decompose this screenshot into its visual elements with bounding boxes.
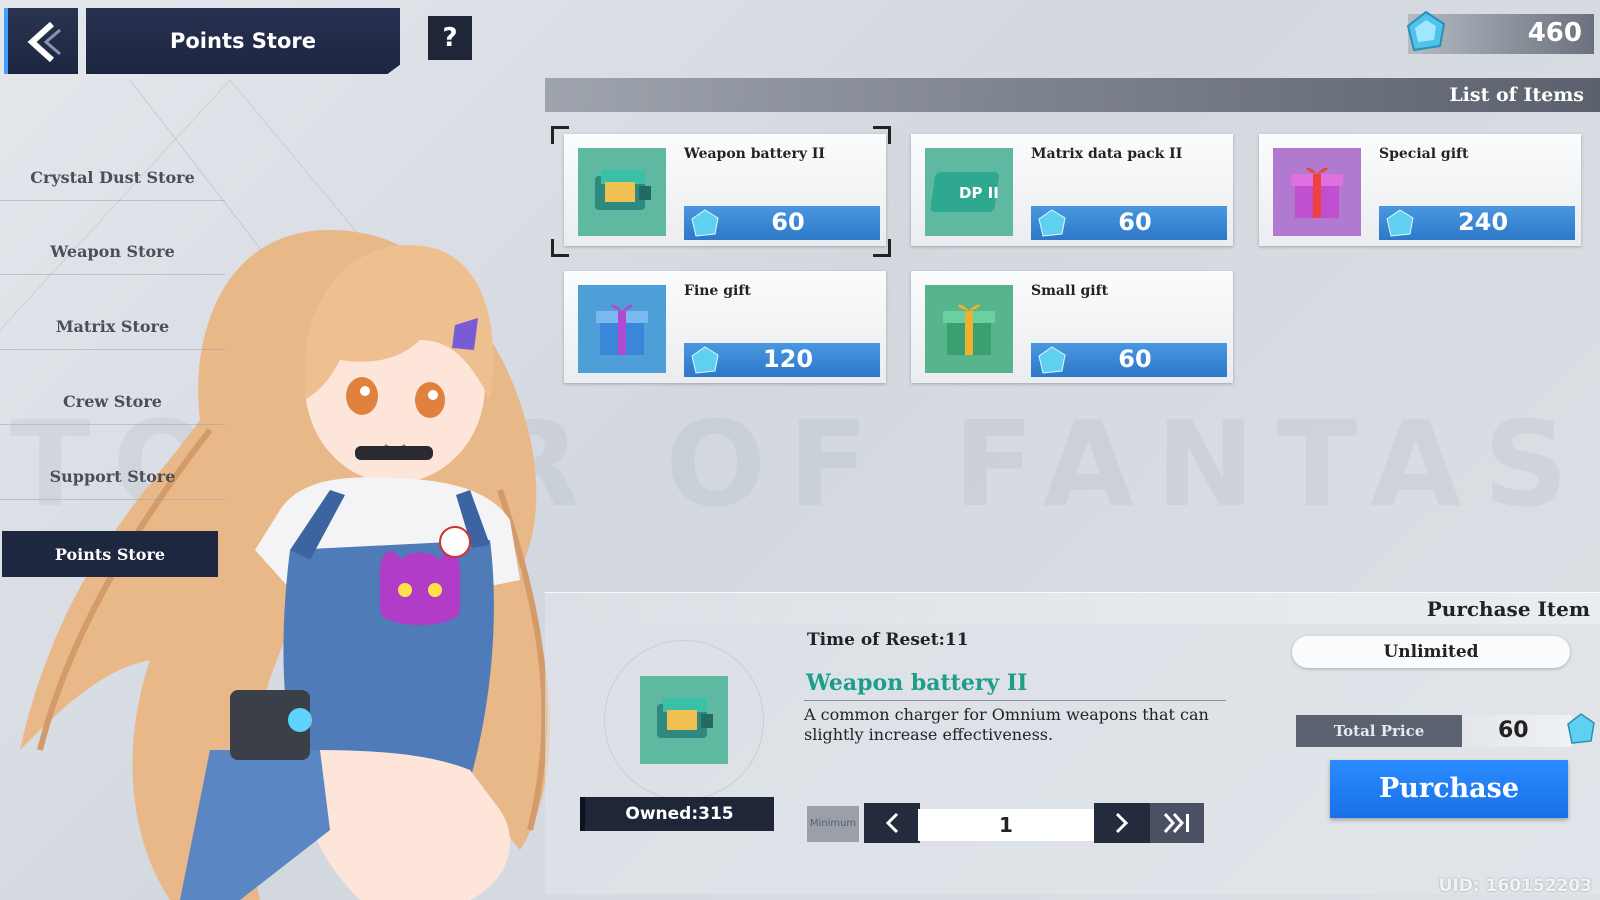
purchase-limit: Unlimited	[1292, 636, 1570, 668]
crystal-currency-icon	[1406, 10, 1446, 52]
quantity-increase-button[interactable]	[1094, 803, 1150, 843]
sidebar-item-points-store[interactable]: Points Store	[2, 531, 218, 577]
back-button[interactable]	[4, 8, 78, 74]
user-id: UID: 160152203	[1438, 876, 1592, 896]
purchase-item-header: Purchase Item	[545, 592, 1600, 624]
list-of-items-header: List of Items	[545, 78, 1600, 112]
fine-gift-icon	[578, 285, 666, 373]
item-price-bar: 120	[684, 343, 880, 377]
item-price: 120	[762, 345, 814, 373]
chevron-left-icon	[885, 812, 899, 834]
help-button[interactable]: ?	[428, 16, 472, 60]
item-name: Small gift	[1031, 283, 1109, 299]
quantity-decrease-button[interactable]	[864, 803, 920, 843]
item-price: 240	[1457, 208, 1509, 236]
selected-item-title: Weapon battery II	[806, 670, 1028, 696]
crystal-price-icon	[1567, 713, 1595, 744]
item-name: Special gift	[1379, 146, 1469, 162]
item-price-bar: 240	[1379, 206, 1575, 240]
quantity-maximum-button[interactable]	[1150, 803, 1204, 843]
small-gift-icon	[925, 285, 1013, 373]
sidebar-item-support-store[interactable]: Support Store	[0, 454, 225, 500]
back-arrow-icon	[27, 22, 61, 62]
quantity-input[interactable]: 1	[918, 809, 1094, 841]
quantity-minimum-button[interactable]: Minimum	[807, 806, 859, 842]
matrix-data-pack-icon: DP II	[925, 148, 1013, 236]
total-price-label: Total Price	[1296, 715, 1462, 747]
item-price: 60	[1118, 208, 1152, 236]
item-card-matrix-data-pack[interactable]: DP II Matrix data pack II 60	[911, 134, 1233, 246]
item-price-bar: 60	[1031, 343, 1227, 377]
sidebar-item-crew-store[interactable]: Crew Store	[0, 379, 225, 425]
chevron-right-icon	[1115, 812, 1129, 834]
item-name: Weapon battery II	[684, 146, 825, 162]
item-card-weapon-battery[interactable]: Weapon battery II 60	[564, 134, 886, 246]
item-card-small-gift[interactable]: Small gift 60	[911, 271, 1233, 383]
sidebar-item-crystal-dust-store[interactable]: Crystal Dust Store	[0, 155, 225, 201]
title-divider	[804, 700, 1226, 701]
weapon-battery-detail-icon	[640, 676, 728, 764]
reset-time: Time of Reset:11	[807, 630, 969, 650]
item-description: A common charger for Omnium weapons that…	[804, 705, 1209, 744]
item-name: Fine gift	[684, 283, 751, 299]
sidebar-item-weapon-store[interactable]: Weapon Store	[0, 229, 225, 275]
item-name: Matrix data pack II	[1031, 146, 1183, 162]
purchase-button[interactable]: Purchase	[1330, 760, 1568, 818]
weapon-battery-icon	[578, 148, 666, 236]
skip-to-max-icon	[1163, 813, 1189, 833]
item-price: 60	[1118, 345, 1152, 373]
currency-value: 460	[1527, 18, 1582, 48]
special-gift-icon	[1273, 148, 1361, 236]
item-price: 60	[771, 208, 805, 236]
owned-count: Owned:315	[580, 797, 774, 831]
svg-text:DP II: DP II	[959, 184, 999, 202]
item-price-bar: 60	[1031, 206, 1227, 240]
item-card-special-gift[interactable]: Special gift 240	[1259, 134, 1581, 246]
item-price-bar: 60	[684, 206, 880, 240]
item-card-fine-gift[interactable]: Fine gift 120	[564, 271, 886, 383]
page-title: Points Store	[86, 8, 400, 74]
sidebar-item-matrix-store[interactable]: Matrix Store	[0, 304, 225, 350]
total-price-value: 60	[1462, 715, 1572, 747]
